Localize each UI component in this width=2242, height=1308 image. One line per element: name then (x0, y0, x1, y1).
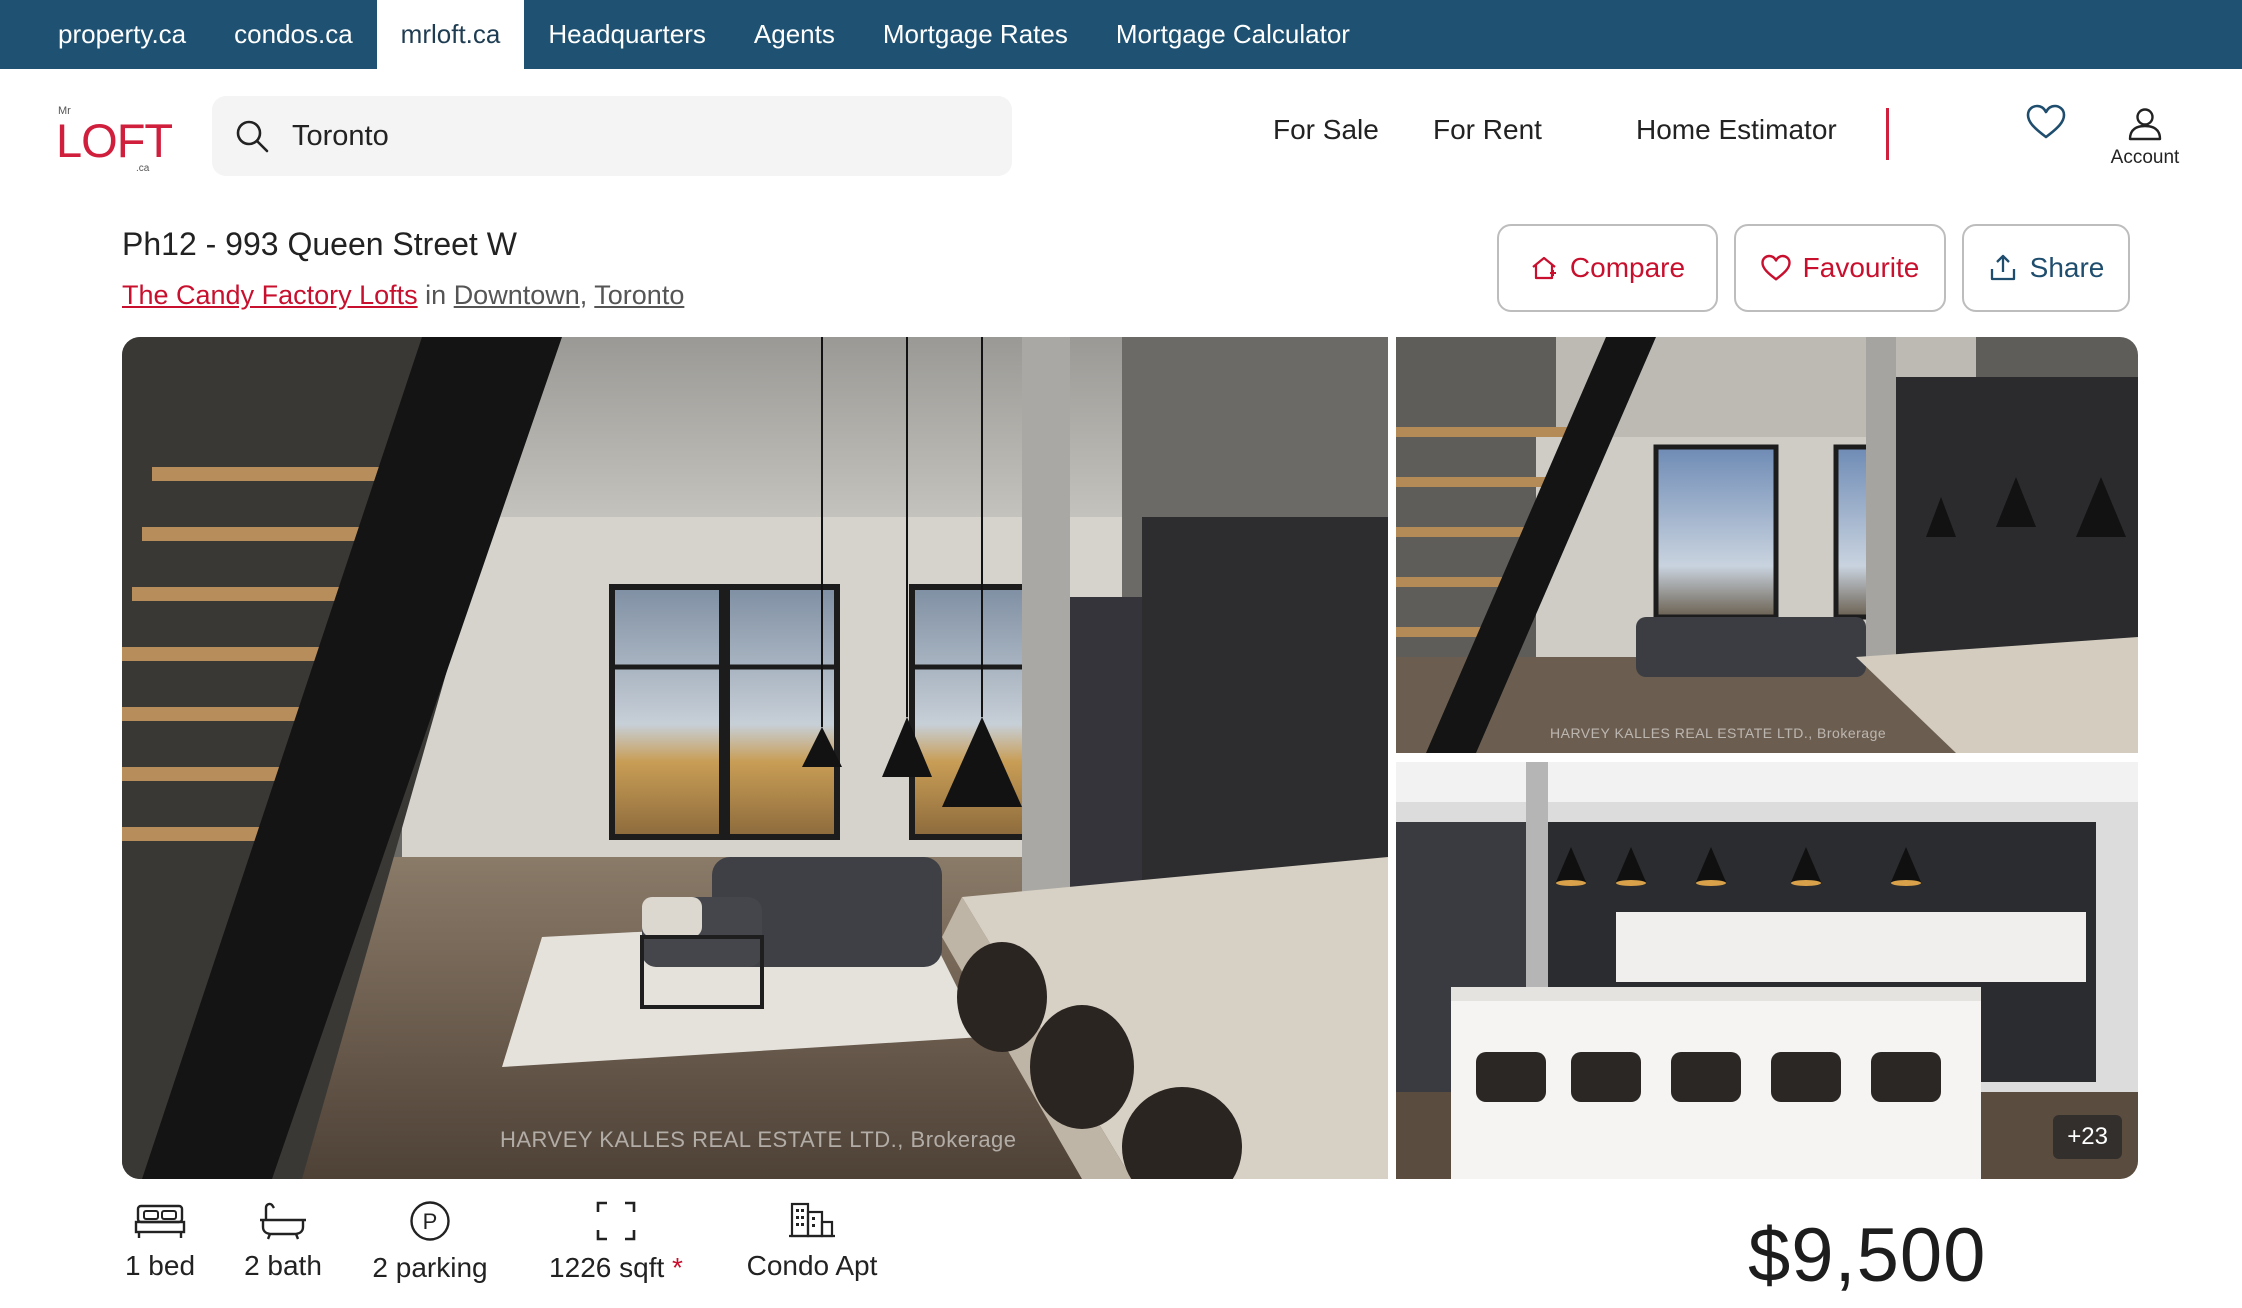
network-link-mortgage-rates[interactable]: Mortgage Rates (859, 0, 1092, 69)
favourite-button[interactable]: Favourite (1734, 224, 1946, 312)
baths-value: 2 bath (244, 1250, 322, 1281)
floor-area-icon (596, 1201, 636, 1241)
building-link[interactable]: The Candy Factory Lofts (122, 280, 418, 310)
account-button[interactable]: Account (2100, 107, 2190, 177)
nav-divider (1886, 108, 1889, 160)
fact-parking: P 2 parking (366, 1200, 494, 1284)
network-link-agents[interactable]: Agents (730, 0, 859, 69)
more-photos-badge[interactable]: +23 (2053, 1115, 2122, 1159)
parking-value: 2 parking (372, 1252, 488, 1283)
compare-label: Compare (1569, 252, 1686, 283)
network-bar: property.ca condos.ca mrloft.ca Headquar… (0, 0, 2242, 69)
living-photo-watermark: HARVEY KALLES REAL ESTATE LTD., Brokerag… (1550, 725, 1887, 741)
search-input[interactable] (292, 119, 972, 153)
site-header: Mr LOFT .ca For Sale For Rent Home Estim… (0, 69, 2242, 199)
city-link[interactable]: Toronto (594, 280, 684, 310)
listing-title: Ph12 - 993 Queen Street W (122, 226, 517, 262)
fact-size: 1226 sqft * (546, 1200, 686, 1284)
nav-for-sale[interactable]: For Sale (1273, 114, 1379, 146)
fact-type: Condo Apt (742, 1200, 882, 1282)
compare-house-icon (1532, 256, 1556, 280)
heart-icon (1760, 254, 1791, 281)
main-photo-watermark: HARVEY KALLES REAL ESTATE LTD., Brokerag… (500, 1127, 1017, 1152)
share-button[interactable]: Share (1962, 224, 2130, 312)
mrloft-logo[interactable]: Mr LOFT .ca (56, 105, 173, 177)
network-link-mortgage-calculator[interactable]: Mortgage Calculator (1092, 0, 1374, 69)
bed-icon (134, 1204, 186, 1238)
in-text: in (425, 280, 447, 310)
size-value: 1226 sqft * (546, 1252, 686, 1284)
favourite-label: Favourite (1802, 252, 1920, 283)
favourites-heart-icon[interactable] (2026, 104, 2066, 140)
account-label: Account (2110, 147, 2180, 168)
secondary-photo-kitchen[interactable]: +23 (1396, 762, 2138, 1179)
search-icon (236, 120, 269, 153)
parking-icon: P (410, 1201, 450, 1241)
main-photo[interactable]: HARVEY KALLES REAL ESTATE LTD., Brokerag… (122, 337, 1388, 1179)
fact-baths: 2 bath (240, 1200, 326, 1282)
nav-home-estimator[interactable]: Home Estimator (1636, 114, 1837, 146)
network-link-headquarters[interactable]: Headquarters (524, 0, 730, 69)
share-icon (1990, 254, 2015, 281)
network-link-property[interactable]: property.ca (34, 0, 210, 69)
sqft-text: 1226 sqft (549, 1252, 665, 1283)
network-link-condos[interactable]: condos.ca (210, 0, 377, 69)
neighbourhood-link[interactable]: Downtown (454, 280, 580, 310)
building-icon (789, 1202, 835, 1238)
logo-word: LOFT (56, 114, 173, 167)
type-value: Condo Apt (746, 1250, 878, 1281)
secondary-photo-living[interactable]: HARVEY KALLES REAL ESTATE LTD., Brokerag… (1396, 337, 2138, 753)
compare-button[interactable]: Compare (1497, 224, 1718, 312)
share-label: Share (2029, 252, 2105, 283)
photo-gallery: HARVEY KALLES REAL ESTATE LTD., Brokerag… (122, 337, 2138, 1179)
search-box[interactable] (212, 96, 1012, 176)
network-link-mrloft[interactable]: mrloft.ca (376, 0, 525, 69)
logo-ca: .ca (136, 163, 150, 174)
nav-for-rent[interactable]: For Rent (1433, 114, 1542, 146)
beds-value: 1 bed (124, 1250, 196, 1281)
fact-beds: 1 bed (120, 1200, 200, 1282)
listing-price: $9,500 (1748, 1213, 1987, 1298)
svg-text:P: P (423, 1209, 438, 1234)
user-icon (2128, 108, 2162, 141)
bathtub-icon (260, 1202, 306, 1240)
sqft-asterisk: * (672, 1252, 683, 1283)
location-comma: , (579, 280, 588, 310)
listing-location: The Candy Factory Lofts in Downtown, Tor… (122, 280, 684, 311)
